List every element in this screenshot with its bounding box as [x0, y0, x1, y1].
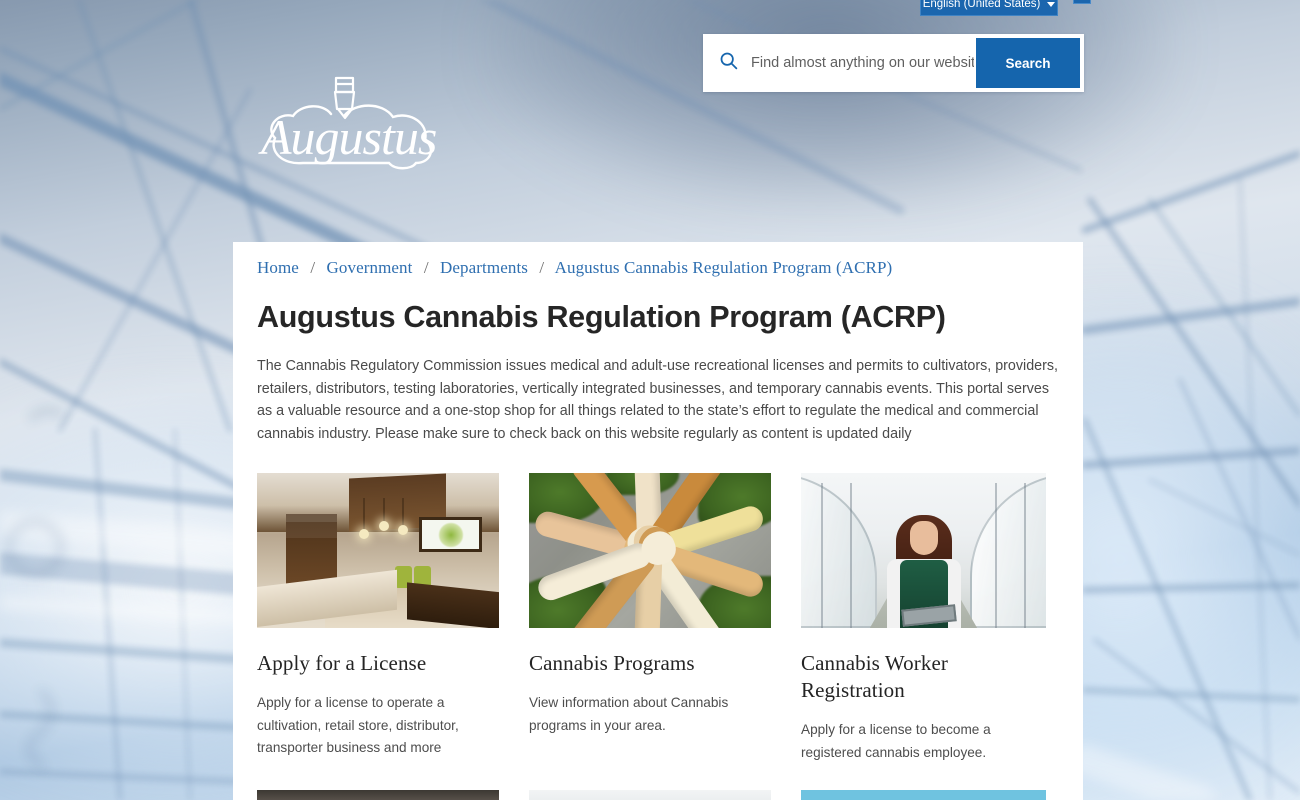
- breadcrumb-separator: /: [423, 258, 429, 277]
- page-intro-text: The Cannabis Regulatory Commission issue…: [257, 358, 1058, 442]
- card-description: View information about Cannabis programs…: [529, 695, 729, 733]
- breadcrumb: Home / Government / Departments / August…: [257, 258, 1059, 278]
- page-title: Augustus Cannabis Regulation Program (AC…: [257, 300, 946, 334]
- site-search: Search: [703, 34, 1084, 92]
- card-description: Apply for a license to become a register…: [801, 722, 991, 760]
- card-title: Apply for a License: [257, 651, 427, 676]
- page-root: English (United States) Search: [0, 0, 1300, 800]
- card-cannabis-worker-registration[interactable]: Cannabis Worker Registration Apply for a…: [801, 473, 1046, 764]
- search-input[interactable]: [749, 54, 976, 72]
- card-title: Cannabis Worker Registration: [801, 651, 948, 703]
- light-interior-photo-partial[interactable]: [529, 790, 771, 800]
- card-description: Apply for a license to operate a cultiva…: [257, 695, 459, 756]
- cyan-banner-photo-partial[interactable]: [801, 790, 1046, 800]
- breadcrumb-item-current[interactable]: Augustus Cannabis Regulation Program (AC…: [555, 258, 893, 277]
- breadcrumb-item-government[interactable]: Government: [327, 258, 413, 277]
- language-bar: English (United States): [0, 0, 1300, 18]
- topbar-secondary-button[interactable]: [1073, 0, 1091, 4]
- card-apply-for-a-license[interactable]: Apply for a License Apply for a license …: [257, 473, 499, 764]
- hands-circle-over-plants-photo[interactable]: [529, 473, 771, 629]
- dispensary-retail-interior-photo[interactable]: [257, 473, 499, 629]
- greenhouse-worker-with-tablet-photo[interactable]: [801, 473, 1046, 629]
- card-grid: Apply for a License Apply for a license …: [257, 473, 1059, 764]
- content-panel: Home / Government / Departments / August…: [233, 242, 1083, 800]
- card-title: Cannabis Programs: [529, 651, 695, 676]
- dark-interior-photo-partial[interactable]: [257, 790, 499, 800]
- breadcrumb-item-departments[interactable]: Departments: [440, 258, 528, 277]
- language-selector[interactable]: English (United States): [920, 0, 1058, 16]
- logo-wordmark: Augustus: [258, 109, 436, 165]
- breadcrumb-separator: /: [310, 258, 316, 277]
- card-cannabis-programs[interactable]: Cannabis Programs View information about…: [529, 473, 771, 764]
- language-selector-label: English (United States): [922, 0, 1041, 10]
- chevron-down-icon: [1047, 1, 1056, 7]
- search-button[interactable]: Search: [976, 38, 1080, 88]
- card-grid-next-row-partial: [257, 790, 1059, 800]
- breadcrumb-separator: /: [539, 258, 545, 277]
- search-icon: [718, 50, 739, 76]
- site-logo[interactable]: Augustus: [243, 62, 453, 174]
- breadcrumb-item-home[interactable]: Home: [257, 258, 299, 277]
- search-field: [703, 34, 976, 92]
